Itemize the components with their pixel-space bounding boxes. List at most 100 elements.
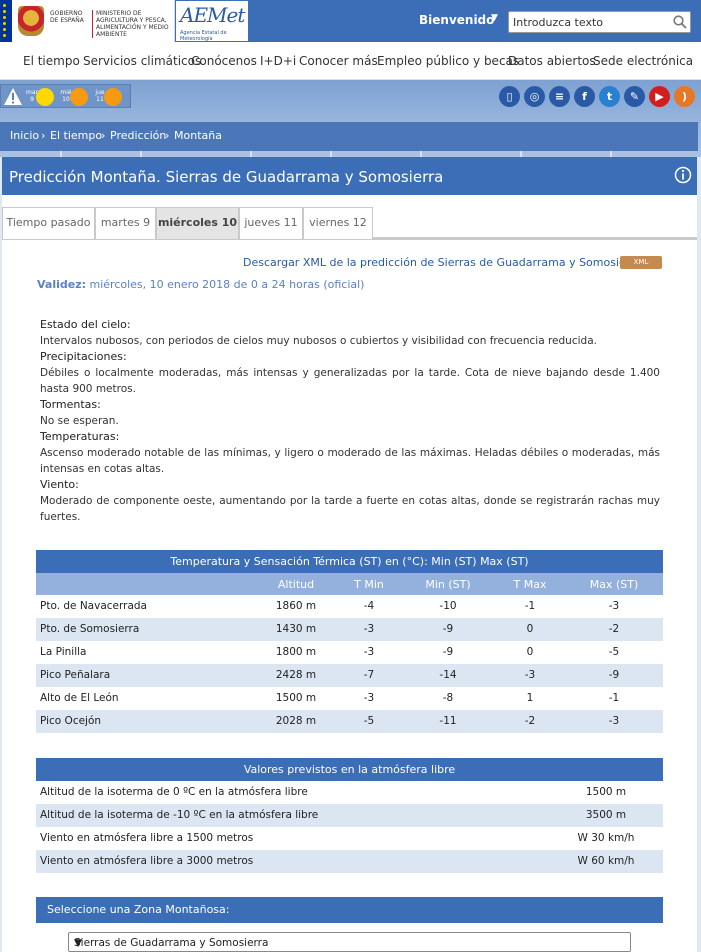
atm-value: W 60 km/h <box>577 855 635 867</box>
temperature-table: Temperatura y Sensación Térmica (ST) en … <box>36 550 663 733</box>
xml-badge[interactable]: XML <box>620 256 662 269</box>
breadcrumb-montana: Montaña <box>174 129 222 142</box>
warning-day-1[interactable]: mar 9 <box>25 87 54 107</box>
table-row: Pto. de Somosierra 1430 m -3 -9 0 -2 <box>36 618 663 641</box>
nav-sede-electronica[interactable]: Sede electrónica <box>593 54 693 68</box>
warning-day-2[interactable]: mié 10 <box>59 87 88 107</box>
breadcrumb-prediccion[interactable]: Predicción <box>110 129 166 142</box>
table-row: Pico Ocejón 2028 m -5 -11 -2 -3 <box>36 710 663 733</box>
validity-label: Validez: <box>37 278 87 291</box>
atm-label: Viento en atmósfera libre a 3000 metros <box>40 855 254 867</box>
aemet-brand-subtitle: Agencia Estatal de Meteorología <box>180 30 227 42</box>
station-name: Pto. de Navacerrada <box>40 600 147 612</box>
forecast-heading: Temperaturas: <box>40 430 120 443</box>
warning-day-3[interactable]: jue 11 <box>93 87 122 107</box>
cell-min-st: -8 <box>442 692 454 704</box>
breadcrumb: Inicio › El tiempo › Predicción › Montañ… <box>0 122 698 151</box>
nav-servicios-climaticos[interactable]: Servicios climáticos <box>83 54 201 68</box>
welcome-menu[interactable]: Bienvenido <box>419 13 494 27</box>
breadcrumb-inicio[interactable]: Inicio <box>10 129 39 142</box>
nav-el-tiempo[interactable]: El tiempo <box>23 54 80 68</box>
mobile-icon[interactable]: ▯ <box>499 86 520 107</box>
tab-jueves-11[interactable]: jueves 11 <box>239 207 303 239</box>
cell-altitud: 1860 m <box>275 600 317 612</box>
breadcrumb-el-tiempo[interactable]: El tiempo <box>50 129 102 142</box>
warning-icon <box>4 88 22 105</box>
warning-level-dot <box>36 88 54 106</box>
table-row: Viento en atmósfera libre a 1500 metros W… <box>36 827 663 850</box>
search-input[interactable] <box>513 15 668 30</box>
forecast-paragraph: Moderado de componente oeste, aumentando… <box>40 495 660 523</box>
table-row: Pico Peñalara 2428 m -7 -14 -3 -9 <box>36 664 663 687</box>
forecast-paragraph: No se esperan. <box>40 415 119 427</box>
rss-icon[interactable]: ) <box>674 86 695 107</box>
warning-level-dot <box>70 88 88 106</box>
info-icon[interactable] <box>674 166 692 184</box>
blog-icon[interactable]: ✎ <box>624 86 645 107</box>
station-name: Pico Peñalara <box>40 669 111 681</box>
government-label: GOBIERNO DE ESPAÑA <box>50 10 84 24</box>
cell-tmin: -4 <box>363 600 375 612</box>
aemet-logo[interactable]: AEMet Agencia Estatal de Meteorología <box>176 1 248 42</box>
content-panel: Predicción Montaña. Sierras de Guadarram… <box>2 157 697 952</box>
tab-viernes-12[interactable]: viernes 12 <box>303 207 373 239</box>
cell-tmin: -3 <box>363 646 375 658</box>
cell-altitud: 2428 m <box>275 669 317 681</box>
tab-tiempo-pasado[interactable]: Tiempo pasado <box>2 207 95 239</box>
tab-miercoles-10[interactable]: miércoles 10 <box>156 207 239 239</box>
cell-min-st: -9 <box>442 623 454 635</box>
station-name: La Pinilla <box>40 646 87 658</box>
list-icon[interactable]: ≡ <box>549 86 570 107</box>
cell-min-st: -10 <box>439 600 457 612</box>
nav-conocer-mas[interactable]: Conocer más <box>299 54 378 68</box>
zone-selected-value: Sierras de Guadarrama y Somosierra <box>74 937 269 949</box>
cell-altitud: 1500 m <box>275 692 317 704</box>
nav-datos-abiertos[interactable]: Datos abiertos <box>508 54 596 68</box>
table-row: Pto. de Navacerrada 1860 m -4 -10 -1 -3 <box>36 595 663 618</box>
search-box <box>508 11 691 33</box>
forecast-heading: Viento: <box>40 478 79 491</box>
cell-max-st: -5 <box>608 646 620 658</box>
station-name: Alto de El León <box>40 692 119 704</box>
twitter-icon[interactable]: t <box>599 86 620 107</box>
station-name: Pto. de Somosierra <box>40 623 140 635</box>
nav-conocenos[interactable]: Conócenos <box>191 54 257 68</box>
download-xml-link[interactable]: Descargar XML de la predicción de Sierra… <box>243 256 641 269</box>
search-icon[interactable] <box>673 15 687 29</box>
zone-dropdown[interactable]: Sierras de Guadarrama y Somosierra ▼ <box>68 932 631 952</box>
tab-martes-9[interactable]: martes 9 <box>95 207 156 239</box>
table-row: Altitud de la isoterma de 0 ºC en la atm… <box>36 781 663 804</box>
nav-idi[interactable]: I+D+i <box>260 54 296 68</box>
validity-line: Validez: miércoles, 10 enero 2018 de 0 a… <box>37 278 364 291</box>
spain-coat-of-arms-icon <box>18 6 44 36</box>
table-caption: Temperatura y Sensación Térmica (ST) en … <box>36 550 663 573</box>
forecast-heading: Tormentas: <box>40 398 101 411</box>
cell-tmin: -3 <box>363 692 375 704</box>
weather-warnings[interactable]: mar 9 mié 10 jue 11 <box>0 84 131 108</box>
table-row: Alto de El León 1500 m -3 -8 1 -1 <box>36 687 663 710</box>
station-name: Pico Ocejón <box>40 715 102 727</box>
top-header: GOBIERNO DE ESPAÑA MINISTERIO DE AGRICUL… <box>0 0 701 42</box>
cell-max-st: -3 <box>608 715 620 727</box>
header-tmax: T Max <box>513 578 547 591</box>
government-logo[interactable]: GOBIERNO DE ESPAÑA MINISTERIO DE AGRICUL… <box>0 0 175 42</box>
cell-tmin: -3 <box>363 623 375 635</box>
nav-empleo[interactable]: Empleo público y becas <box>377 54 519 68</box>
cell-tmax: -3 <box>524 669 536 681</box>
forecast-paragraph: Ascenso moderado notable de las mínimas,… <box>40 447 660 475</box>
cell-tmax: 0 <box>526 623 534 635</box>
caret-down-icon[interactable]: ▼ <box>491 13 498 23</box>
header-max-st: Max (ST) <box>589 578 639 591</box>
zone-selector: Seleccione una Zona Montañosa: Sierras d… <box>36 897 663 952</box>
youtube-icon[interactable]: ▶ <box>649 86 670 107</box>
table-caption: Valores previstos en la atmósfera libre <box>36 758 663 781</box>
header-tmin: T Min <box>354 578 384 591</box>
cell-tmin: -5 <box>363 715 375 727</box>
radar-icon[interactable]: ◎ <box>524 86 545 107</box>
facebook-icon[interactable]: f <box>574 86 595 107</box>
atm-label: Altitud de la isoterma de 0 ºC en la atm… <box>40 786 308 798</box>
cell-min-st: -14 <box>439 669 457 681</box>
page-title: Predicción Montaña. Sierras de Guadarram… <box>9 168 444 186</box>
table-row: Viento en atmósfera libre a 3000 metros W… <box>36 850 663 873</box>
atm-value: 1500 m <box>585 786 627 798</box>
